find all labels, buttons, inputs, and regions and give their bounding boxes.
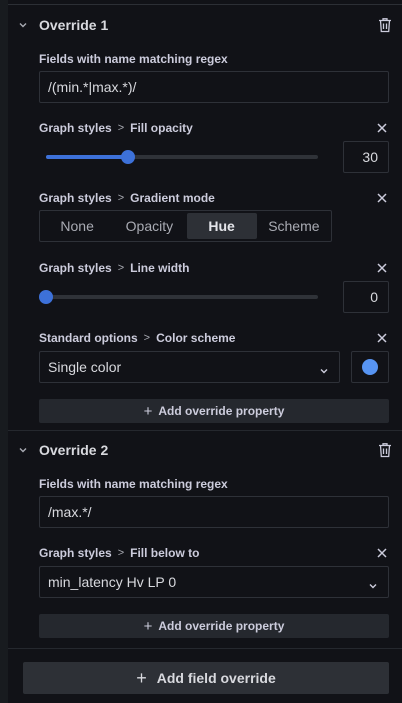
add-property-label: Add override property bbox=[158, 404, 285, 418]
property-label-fill-opacity: Graph styles > Fill opacity bbox=[39, 121, 193, 135]
matcher-label: Fields with name matching regex bbox=[39, 477, 228, 491]
fill-below-to-value: min_latency Hv LP 0 bbox=[48, 574, 177, 590]
chevron-down-icon bbox=[319, 363, 329, 374]
property-label-fill-below-to: Graph styles > Fill below to bbox=[39, 546, 200, 560]
fill-opacity-input[interactable]: 30 bbox=[343, 141, 389, 173]
override-1-header[interactable]: Override 1 bbox=[8, 13, 402, 37]
color-swatch bbox=[362, 359, 378, 375]
chevron-down-icon bbox=[368, 578, 378, 589]
override-divider bbox=[8, 430, 402, 431]
add-field-override-button[interactable]: + Add field override bbox=[23, 662, 389, 694]
regex-value: /(min.*|max.*)/ bbox=[48, 79, 137, 95]
fill-opacity-value: 30 bbox=[362, 149, 378, 165]
property-label-gradient-mode: Graph styles > Gradient mode bbox=[39, 191, 215, 205]
plus-icon: + bbox=[143, 617, 153, 635]
override-2-header[interactable]: Override 2 bbox=[8, 438, 402, 462]
gradient-option-opacity[interactable]: Opacity bbox=[114, 213, 184, 239]
close-icon[interactable] bbox=[376, 261, 388, 273]
top-divider bbox=[8, 4, 402, 5]
override-divider bbox=[8, 648, 402, 649]
gradient-option-hue[interactable]: Hue bbox=[186, 213, 257, 239]
fill-opacity-slider[interactable] bbox=[46, 150, 318, 164]
override-title: Override 2 bbox=[39, 442, 109, 458]
close-icon[interactable] bbox=[376, 121, 388, 133]
slider-handle[interactable] bbox=[39, 290, 53, 304]
fill-below-to-select[interactable]: min_latency Hv LP 0 bbox=[39, 566, 389, 598]
add-field-override-label: Add field override bbox=[156, 670, 276, 686]
override-title: Override 1 bbox=[39, 17, 109, 33]
matcher-label: Fields with name matching regex bbox=[39, 52, 228, 66]
gradient-mode-radio-group: None Opacity Hue Scheme bbox=[39, 210, 332, 242]
color-scheme-value: Single color bbox=[48, 359, 122, 375]
add-property-label: Add override property bbox=[158, 619, 285, 633]
line-width-slider[interactable] bbox=[39, 290, 318, 304]
add-override-property-button[interactable]: + Add override property bbox=[39, 399, 389, 423]
slider-handle[interactable] bbox=[120, 150, 135, 164]
plus-icon: + bbox=[143, 402, 153, 420]
chevron-down-icon[interactable] bbox=[17, 19, 29, 31]
trash-icon[interactable] bbox=[378, 442, 392, 458]
slider-fill bbox=[46, 155, 128, 159]
close-icon[interactable] bbox=[376, 331, 388, 343]
line-width-value: 0 bbox=[370, 289, 378, 305]
plus-icon: + bbox=[136, 667, 147, 688]
close-icon[interactable] bbox=[376, 191, 388, 203]
chevron-down-icon[interactable] bbox=[17, 444, 29, 456]
line-width-input[interactable]: 0 bbox=[343, 281, 389, 313]
add-override-property-button[interactable]: + Add override property bbox=[39, 614, 389, 638]
property-label-line-width: Graph styles > Line width bbox=[39, 261, 190, 275]
regex-value: /max.*/ bbox=[48, 504, 92, 520]
color-picker-button[interactable] bbox=[351, 351, 389, 383]
regex-input[interactable]: /max.*/ bbox=[39, 496, 389, 528]
color-scheme-select[interactable]: Single color bbox=[39, 351, 340, 383]
trash-icon[interactable] bbox=[378, 17, 392, 33]
property-label-color-scheme: Standard options > Color scheme bbox=[39, 331, 236, 345]
regex-input[interactable]: /(min.*|max.*)/ bbox=[39, 71, 389, 103]
overrides-panel: Override 1 Fields with name matching reg… bbox=[8, 0, 402, 703]
gradient-option-none[interactable]: None bbox=[42, 213, 112, 239]
close-icon[interactable] bbox=[376, 546, 388, 558]
gradient-option-scheme[interactable]: Scheme bbox=[259, 213, 329, 239]
